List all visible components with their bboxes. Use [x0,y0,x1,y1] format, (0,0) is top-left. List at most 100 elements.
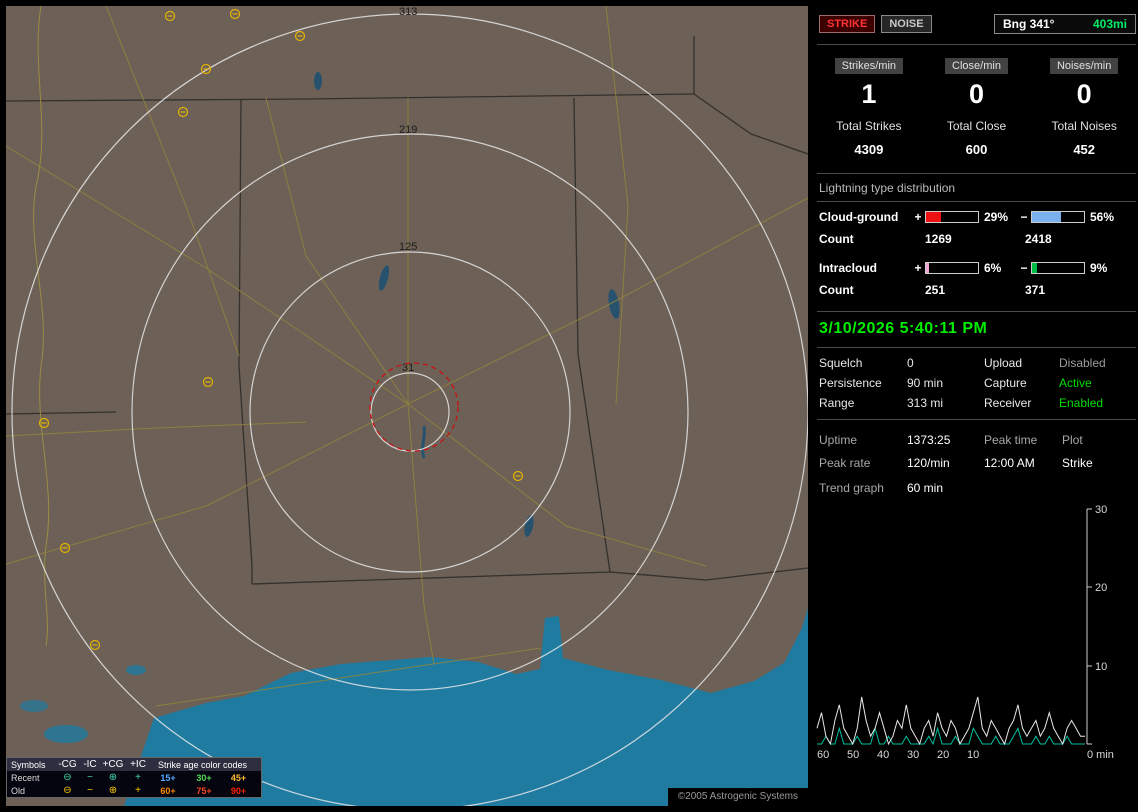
total-strikes-value: 4309 [815,142,923,157]
legend-old-label: Old [9,786,55,796]
ring-label-313: 313 [399,6,417,18]
ring-label-125: 125 [399,241,417,253]
negative-sign: − [1017,261,1031,275]
legend-header: Symbols -CG -IC +CG +IC Strike age color… [7,758,261,771]
trend-graph-label: Trend graph [819,481,907,495]
age-code-45: 45+ [222,773,255,783]
lightning-map[interactable]: 313 219 125 31 Symbols -CG -IC +CG +IC S… [6,6,808,806]
status-panel: STRIKE NOISE Bng 341° 403mi Strikes/min … [815,0,1138,812]
circle-plus-icon: ⊕ [100,773,126,783]
x-tick-40: 40 [877,749,889,761]
total-noises-value: 452 [1030,142,1138,157]
trend-chart: 30 20 10 60 50 40 30 20 10 0 min [815,501,1138,767]
intracloud-label: Intracloud [819,261,911,275]
total-counters: Total Strikes 4309 Total Close 600 Total… [815,119,1138,157]
noises-per-min-label: Noises/min [1050,58,1118,74]
x-tick-20: 20 [937,749,949,761]
legend-col-pic: +IC [126,760,150,770]
divider [817,44,1136,45]
strikes-per-min-label: Strikes/min [835,58,903,74]
stats-table: Uptime 1373:25 Peak time Plot Peak rate … [819,428,1134,474]
legend-col-nic: -IC [80,760,100,770]
upload-label: Upload [984,356,1059,370]
receiver-status: Enabled [1059,396,1134,410]
noises-per-min-value: 0 [1030,79,1138,110]
x-tick-50: 50 [847,749,859,761]
rate-counters: Strikes/min 1 Close/min 0 Noises/min 0 [815,58,1138,110]
plot-value: Strike [1062,456,1134,470]
positive-sign: + [911,210,925,224]
legend-col-pcg: +CG [100,760,126,770]
circle-minus-icon: ⊖ [55,773,80,783]
squelch-label: Squelch [819,356,907,370]
ic-negative-bar [1031,262,1085,274]
legend-col-ncg: -CG [55,760,80,770]
ic-positive-count: 251 [925,283,1025,297]
upload-status: Disabled [1059,356,1134,370]
intracloud-row: Intracloud + 6% − 9% [819,260,1134,275]
cloud-ground-label: Cloud-ground [819,210,911,224]
distribution-title: Lightning type distribution [819,181,1134,195]
peak-rate-value: 120/min [907,456,984,470]
age-code-15: 15+ [150,773,186,783]
legend-recent-label: Recent [9,773,55,783]
persistence-label: Persistence [819,376,907,390]
legend-age-header: Strike age color codes [150,760,255,770]
capture-label: Capture [984,376,1059,390]
age-code-75: 75+ [186,786,222,796]
total-noises-label: Total Noises [1030,119,1138,133]
distance-value: 403mi [1093,17,1127,31]
cloud-ground-count-row: Count 1269 2418 [819,232,1134,246]
minus-icon: − [80,786,100,796]
y-tick-30: 30 [1095,504,1107,516]
age-code-60: 60+ [150,786,186,796]
strike-button[interactable]: STRIKE [819,15,875,33]
map-legend: Symbols -CG -IC +CG +IC Strike age color… [6,757,262,798]
plus-icon: + [126,786,150,796]
bearing-value: Bng 341° [1003,17,1054,31]
ic-positive-bar [925,262,979,274]
peak-rate-label: Peak rate [819,456,907,470]
squelch-value: 0 [907,356,984,370]
noise-button[interactable]: NOISE [881,15,931,33]
peak-time-value: 12:00 AM [984,456,1062,470]
cg-positive-pct: 29% [979,210,1017,224]
cg-negative-count: 2418 [1025,232,1134,246]
y-tick-20: 20 [1095,582,1107,594]
count-label: Count [819,283,911,297]
map-canvas[interactable]: 313 219 125 31 [6,6,808,806]
circle-minus-icon: ⊖ [55,786,80,796]
app-window: 313 219 125 31 Symbols -CG -IC +CG +IC S… [0,0,1138,812]
cg-positive-count: 1269 [925,232,1025,246]
divider [817,347,1136,348]
ic-positive-pct: 6% [979,261,1017,275]
x-tick-0: 0 min [1087,749,1114,761]
negative-sign: − [1017,210,1031,224]
copyright-notice: ©2005 Astrogenic Systems [668,788,808,806]
capture-status: Active [1059,376,1134,390]
divider [817,419,1136,420]
plus-icon: + [126,773,150,783]
total-close-label: Total Close [923,119,1031,133]
close-per-min-label: Close/min [945,58,1008,74]
lake [126,665,146,675]
marsh-water [20,700,48,712]
age-code-30: 30+ [186,773,222,783]
receiver-label: Receiver [984,396,1059,410]
cg-positive-bar [925,211,979,223]
intracloud-count-row: Count 251 371 [819,283,1134,297]
legend-row-old: Old ⊖ − ⊕ + 60+ 75+ 90+ [7,784,261,797]
circle-plus-icon: ⊕ [100,786,126,796]
divider [817,173,1136,174]
trend-graph-value: 60 min [907,481,1134,495]
age-code-90: 90+ [222,786,255,796]
cg-negative-bar [1031,211,1085,223]
settings-table: Squelch 0 Upload Disabled Persistence 90… [819,353,1134,413]
persistence-value: 90 min [907,376,984,390]
close-series-line [817,728,1085,744]
divider [817,311,1136,312]
uptime-label: Uptime [819,433,907,447]
y-axis-ticks [1087,509,1092,744]
divider [817,201,1136,202]
uptime-value: 1373:25 [907,433,984,447]
